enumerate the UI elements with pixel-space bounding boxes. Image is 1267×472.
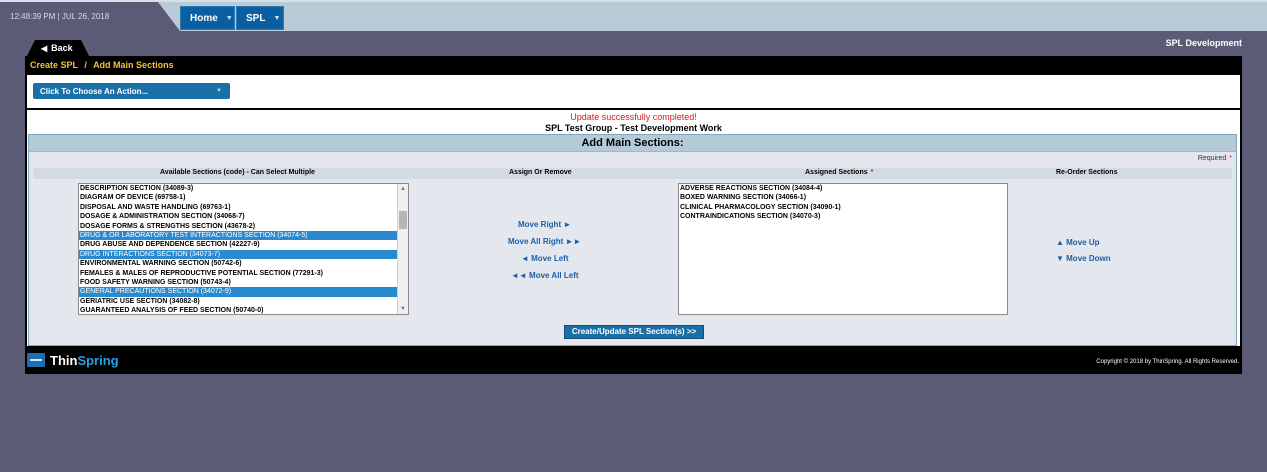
list-item[interactable]: DRUG ABUSE AND DEPENDENCE SECTION (42227… — [79, 240, 408, 249]
nav-home-menu[interactable]: Home ▼ — [180, 6, 235, 30]
available-sections-header: Available Sections (code) - Can Select M… — [160, 169, 315, 176]
list-item[interactable]: FOOD SAFETY WARNING SECTION (50743-4) — [79, 278, 408, 287]
required-note: Required * — [1198, 155, 1232, 162]
chevron-down-icon: ▼ — [216, 88, 222, 94]
scroll-up-icon[interactable]: ▲ — [398, 184, 408, 194]
action-bar: Click To Choose An Action... ▼ — [27, 75, 1240, 108]
group-title: SPL Test Group - Test Development Work — [545, 123, 722, 133]
list-item[interactable]: DIAGRAM OF DEVICE (69758-1) — [79, 193, 408, 202]
back-label: Back — [51, 43, 73, 53]
nav-spl-menu[interactable]: SPL ▼ — [236, 6, 284, 30]
list-item-selected[interactable]: DRUG INTERACTIONS SECTION (34073-7) — [79, 249, 408, 260]
list-item[interactable]: DESCRIPTION SECTION (34089-3) — [79, 184, 408, 193]
top-bar: 12:48:39 PM | JUL 26, 2018 Home ▼ SPL ▼ — [0, 0, 1267, 31]
assigned-sections-list[interactable]: ADVERSE REACTIONS SECTION (34084-4) BOXE… — [678, 183, 1008, 315]
move-all-left-button[interactable]: ◄◄ Move All Left — [511, 271, 579, 280]
breadcrumb-current: Add Main Sections — [93, 60, 174, 70]
reorder-sections-header: Re-Order Sections — [1056, 169, 1118, 176]
choose-action-dropdown[interactable]: Click To Choose An Action... ▼ — [33, 83, 230, 99]
required-star: * — [1229, 155, 1232, 162]
success-message: Update successfully completed! — [570, 112, 697, 122]
clock-area: 12:48:39 PM | JUL 26, 2018 — [0, 2, 180, 31]
required-star: * — [870, 169, 874, 176]
assigned-sections-header: Assigned Sections * — [805, 169, 873, 176]
list-item-selected[interactable]: DRUG & OR LABORATORY TEST INTERACTIONS S… — [79, 230, 408, 241]
available-sections-list[interactable]: DESCRIPTION SECTION (34089-3) DIAGRAM OF… — [78, 183, 409, 315]
column-headers: Available Sections (code) - Can Select M… — [33, 168, 1232, 179]
list-item[interactable]: FEMALES & MALES OF REPRODUCTIVE POTENTIA… — [79, 269, 408, 278]
nav-home-label: Home — [190, 12, 218, 24]
back-arrow-icon: ◀ — [41, 43, 48, 53]
list-item[interactable]: GERIATRIC USE SECTION (34082-8) — [79, 297, 408, 306]
chevron-down-icon: ▼ — [225, 14, 233, 22]
breadcrumb: Create SPL / Add Main Sections — [30, 60, 174, 70]
required-label: Required — [1197, 155, 1227, 162]
nav-spl-label: SPL — [246, 12, 266, 24]
list-item[interactable]: ENVIRONMENTAL WARNING SECTION (50742-6) — [79, 259, 408, 268]
move-left-button[interactable]: ◄ Move Left — [521, 254, 568, 263]
content-area: Update successfully completed! SPL Test … — [27, 110, 1240, 346]
app-title: SPL Development — [1165, 38, 1242, 48]
list-item[interactable]: ADVERSE REACTIONS SECTION (34084-4) — [679, 184, 1007, 193]
add-main-sections-form: Add Main Sections: Required * Available S… — [28, 134, 1237, 346]
logo-thin-text: Thin — [50, 352, 78, 368]
move-all-right-button[interactable]: Move All Right ►► — [508, 237, 581, 246]
breadcrumb-parent[interactable]: Create SPL — [30, 60, 78, 70]
list-item[interactable]: CONTRAINDICATIONS SECTION (34070-3) — [679, 212, 1007, 221]
assign-remove-header: Assign Or Remove — [509, 169, 572, 176]
move-up-button[interactable]: ▲ Move Up — [1056, 238, 1099, 247]
form-title: Add Main Sections: — [29, 135, 1236, 152]
list-item[interactable]: DOSAGE FORMS & STRENGTHS SECTION (43678-… — [79, 222, 408, 231]
create-update-sections-button[interactable]: Create/Update SPL Section(s) >> — [564, 325, 704, 339]
list-item-selected[interactable]: GENERAL PRECAUTIONS SECTION (34072-9) — [79, 287, 408, 297]
back-button[interactable]: ◀ Back — [27, 40, 89, 56]
logo-wordmark: ThinSpring — [50, 353, 119, 368]
list-scrollbar[interactable]: ▲ ▼ — [397, 184, 408, 314]
move-right-button[interactable]: Move Right ► — [518, 220, 571, 229]
copyright-text: Copyright © 2018 by ThinSpring. All Righ… — [1096, 359, 1239, 365]
choose-action-label: Click To Choose An Action... — [40, 86, 149, 96]
chevron-down-icon: ▼ — [273, 14, 281, 22]
list-item[interactable]: BOXED WARNING SECTION (34066-1) — [679, 193, 1007, 202]
thinspring-logo: ThinSpring — [27, 350, 119, 370]
assigned-sections-label: Assigned Sections — [805, 169, 868, 176]
list-item[interactable]: DISPOSAL AND WASTE HANDLING (69763-1) — [79, 203, 408, 212]
main-panel: Create SPL / Add Main Sections Click To … — [25, 56, 1242, 374]
list-item[interactable]: DOSAGE & ADMINISTRATION SECTION (34068-7… — [79, 212, 408, 221]
logo-spring-text: Spring — [77, 352, 119, 368]
scroll-down-icon[interactable]: ▼ — [398, 304, 408, 314]
list-item[interactable]: GUARANTEED ANALYSIS OF FEED SECTION (507… — [79, 306, 408, 314]
breadcrumb-separator: / — [84, 60, 87, 70]
move-down-button[interactable]: ▼ Move Down — [1056, 254, 1111, 263]
scroll-thumb[interactable] — [399, 211, 407, 229]
datetime-display: 12:48:39 PM | JUL 26, 2018 — [10, 12, 110, 21]
list-item[interactable]: CLINICAL PHARMACOLOGY SECTION (34090-1) — [679, 203, 1007, 212]
logo-mark-icon — [27, 353, 45, 367]
